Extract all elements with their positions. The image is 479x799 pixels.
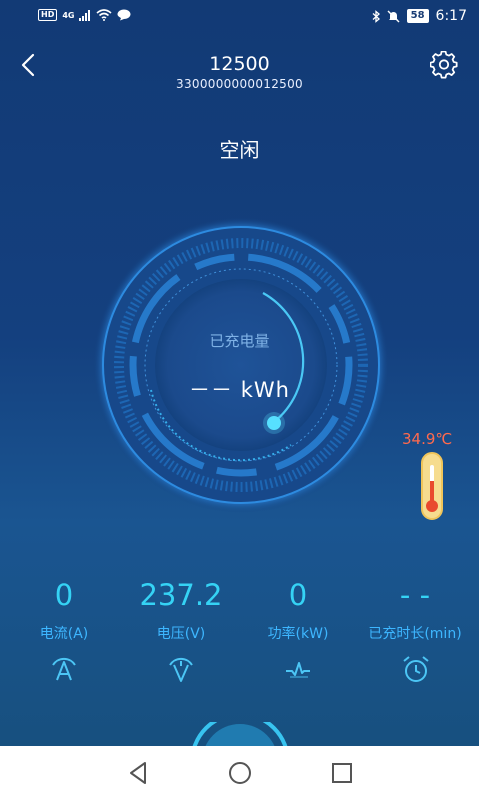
charger-status: 空闲 <box>219 138 260 162</box>
nav-back-button[interactable] <box>125 759 153 787</box>
charge-gauge <box>93 217 389 513</box>
mute-bell-icon <box>387 10 400 22</box>
duration-label: 已充时长(min) <box>368 626 462 642</box>
clock: 6:17 <box>435 8 467 24</box>
system-nav-bar <box>0 746 479 799</box>
voltage-icon <box>169 658 193 682</box>
power-label: 功率(kW) <box>267 626 329 642</box>
battery-level: 58 <box>406 9 429 23</box>
metric-voltage: 237.2 电压(V) <box>121 575 241 643</box>
page-title: 12500 <box>209 53 270 75</box>
current-value: 0 <box>54 578 74 612</box>
duration-value: - - <box>399 578 431 612</box>
power-value: 0 <box>288 578 308 612</box>
power-icon <box>286 662 310 678</box>
charged-energy-value: －－ kWh <box>189 378 290 402</box>
square-recents-icon <box>332 763 352 783</box>
nav-recents-button[interactable] <box>328 759 356 787</box>
alarm-clock-icon <box>403 656 429 682</box>
signal-icon <box>79 9 91 21</box>
metric-current: 0 电流(A) <box>4 575 124 643</box>
charging-screen: HD 4G 58 6:17 12500 3300000000012500 空闲 … <box>0 0 479 746</box>
bluetooth-icon <box>372 9 380 23</box>
status-left: HD 4G <box>38 9 131 21</box>
metric-power: 0 功率(kW) <box>238 575 358 643</box>
chat-icon <box>117 9 131 21</box>
status-bar: HD 4G 58 6:17 <box>0 0 479 34</box>
charged-energy-label: 已充电量 <box>209 332 270 350</box>
voltage-value: 237.2 <box>139 578 223 612</box>
metric-duration: - - 已充时长(min) <box>355 575 475 643</box>
current-icon <box>52 658 76 681</box>
network-type: 4G <box>62 10 75 20</box>
wifi-icon <box>96 9 113 21</box>
voltage-label: 电压(V) <box>156 626 206 642</box>
thermometer-icon <box>421 452 443 520</box>
device-serial: 3300000000012500 <box>176 77 303 91</box>
temperature-value: 34.9℃ <box>402 430 453 448</box>
triangle-back-icon <box>130 762 146 784</box>
status-right: 58 6:17 <box>372 8 467 24</box>
current-label: 电流(A) <box>39 626 89 642</box>
circle-home-icon <box>229 762 251 784</box>
hd-badge: HD <box>38 9 58 21</box>
nav-home-button[interactable] <box>226 759 254 787</box>
gear-icon <box>430 51 458 79</box>
settings-button[interactable] <box>430 51 458 79</box>
start-charge-button[interactable] <box>190 722 290 746</box>
